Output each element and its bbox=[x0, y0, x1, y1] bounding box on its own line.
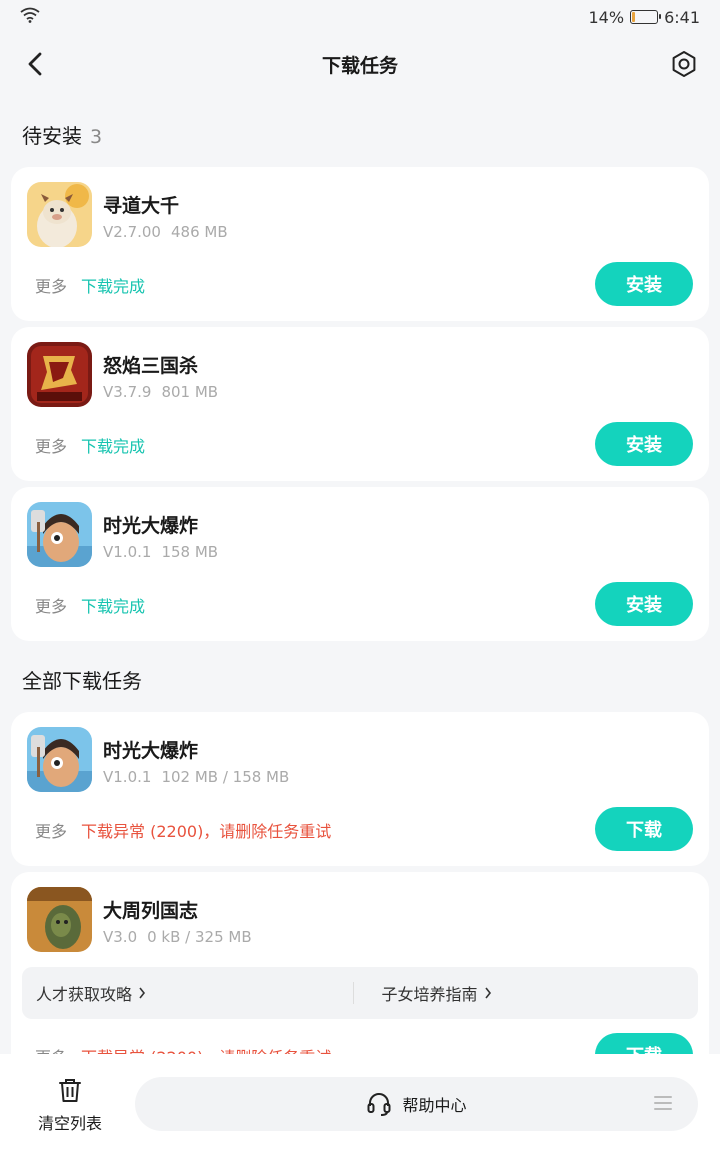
shiguang-icon[interactable] bbox=[27, 502, 92, 567]
page-title: 下载任务 bbox=[321, 54, 398, 77]
more-link[interactable]: 更多 bbox=[35, 273, 67, 297]
more-link[interactable]: 更多 bbox=[35, 593, 67, 617]
clear-list-button[interactable]: 清空列表 bbox=[30, 1076, 110, 1134]
app-name: 时光大爆炸 bbox=[103, 515, 199, 537]
download-error: 下载异常 (2200)，请删除任务重试 bbox=[81, 1044, 331, 1054]
header: 下载任务 bbox=[0, 34, 720, 94]
settings-button[interactable] bbox=[668, 48, 700, 80]
pending-section-title: 待安装 3 bbox=[0, 120, 124, 149]
xundao-icon[interactable] bbox=[27, 182, 92, 247]
app-version: V1.0.1 bbox=[103, 768, 152, 786]
app-meta: V1.0.1 158 MB bbox=[103, 543, 218, 561]
app-version: V1.0.1 bbox=[103, 543, 152, 561]
app-size: 801 MB bbox=[161, 383, 219, 401]
nuyan-icon[interactable] bbox=[27, 342, 92, 407]
wifi-icon bbox=[20, 7, 40, 27]
section-label: 待安装 bbox=[22, 124, 82, 148]
section-count: 3 bbox=[90, 126, 103, 148]
app-version: V3.0 bbox=[103, 928, 138, 946]
shiguang-icon[interactable] bbox=[27, 727, 92, 792]
app-meta: V3.7.9 801 MB bbox=[103, 383, 218, 401]
download-button[interactable]: 下载 bbox=[595, 1033, 693, 1054]
section-label: 全部下载任务 bbox=[22, 669, 142, 693]
download-card: 寻道大千 V2.7.00 486 MB 更多 下载完成 安装 bbox=[11, 167, 709, 321]
content[interactable]: 待安装 3 寻道大千 V2.7.00 486 MB 更多 下载完成 安装 怒焰三… bbox=[0, 94, 720, 1054]
chevron-right-icon bbox=[484, 987, 491, 999]
download-status: 下载完成 bbox=[81, 597, 146, 616]
gear-icon bbox=[672, 51, 696, 77]
dazhou-icon[interactable] bbox=[27, 887, 92, 952]
app-size: 102 MB / 158 MB bbox=[161, 768, 290, 786]
more-link[interactable]: 更多 bbox=[35, 433, 67, 457]
card-status-row: 更多 下载异常 (2200)，请删除任务重试 bbox=[35, 818, 331, 842]
all-section-title: 全部下载任务 bbox=[0, 665, 164, 694]
download-card: 怒焰三国杀 V3.7.9 801 MB 更多 下载完成 安装 bbox=[11, 327, 709, 481]
menu-icon[interactable] bbox=[654, 1095, 672, 1115]
guide-label: 人才获取攻略 bbox=[36, 985, 133, 1004]
app-name: 大周列国志 bbox=[103, 900, 199, 922]
download-status: 下载完成 bbox=[81, 277, 146, 296]
chevron-right-icon bbox=[139, 987, 146, 999]
app-name: 怒焰三国杀 bbox=[103, 355, 199, 377]
download-button[interactable]: 下载 bbox=[595, 807, 693, 851]
install-button[interactable]: 安装 bbox=[595, 582, 693, 626]
app-size: 158 MB bbox=[161, 543, 219, 561]
card-status-row: 更多 下载完成 bbox=[35, 433, 145, 457]
app-name: 寻道大千 bbox=[103, 195, 180, 217]
guide-links: 人才获取攻略 子女培养指南 bbox=[22, 967, 698, 1019]
card-status-row: 更多 下载异常 (2200)，请删除任务重试 bbox=[35, 1044, 331, 1054]
chevron-left-icon bbox=[28, 52, 42, 76]
download-status: 下载完成 bbox=[81, 437, 146, 456]
app-meta: V3.0 0 kB / 325 MB bbox=[103, 928, 252, 946]
download-card: 时光大爆炸 V1.0.1 102 MB / 158 MB 更多 下载异常 (22… bbox=[11, 712, 709, 866]
app-size: 486 MB bbox=[170, 223, 228, 241]
app-version: V3.7.9 bbox=[103, 383, 152, 401]
guide-link[interactable]: 子女培养指南 bbox=[354, 981, 699, 1005]
help-center-label: 帮助中心 bbox=[402, 1096, 467, 1115]
more-link[interactable]: 更多 bbox=[35, 1044, 67, 1054]
card-status-row: 更多 下载完成 bbox=[35, 273, 145, 297]
download-error: 下载异常 (2200)，请删除任务重试 bbox=[81, 822, 332, 841]
app-size: 0 kB / 325 MB bbox=[147, 928, 252, 946]
app-meta: V1.0.1 102 MB / 158 MB bbox=[103, 768, 289, 786]
app-name: 时光大爆炸 bbox=[103, 740, 199, 762]
app-meta: V2.7.00 486 MB bbox=[103, 223, 228, 241]
guide-label: 子女培养指南 bbox=[381, 985, 478, 1004]
help-center-button[interactable]: 帮助中心 bbox=[135, 1077, 698, 1131]
download-card: 时光大爆炸 V1.0.1 158 MB 更多 下载完成 安装 bbox=[11, 487, 709, 641]
battery-percent: 14% bbox=[588, 7, 625, 27]
headset-icon bbox=[367, 1093, 391, 1116]
app-version: V2.7.00 bbox=[103, 223, 161, 241]
install-button[interactable]: 安装 bbox=[595, 262, 693, 306]
trash-icon bbox=[59, 1079, 81, 1102]
status-bar: 14% 6:41 bbox=[0, 0, 720, 34]
bottom-bar: 清空列表 帮助中心 bbox=[0, 1054, 720, 1152]
install-button[interactable]: 安装 bbox=[595, 422, 693, 466]
card-status-row: 更多 下载完成 bbox=[35, 593, 145, 617]
back-button[interactable] bbox=[20, 48, 52, 80]
more-link[interactable]: 更多 bbox=[35, 818, 67, 842]
guide-link[interactable]: 人才获取攻略 bbox=[22, 981, 353, 1005]
download-card: 大周列国志 V3.0 0 kB / 325 MB 人才获取攻略 子女培养指南 更… bbox=[11, 872, 709, 1054]
clear-list-label: 清空列表 bbox=[37, 1114, 102, 1133]
battery-icon bbox=[630, 10, 662, 24]
clock: 6:41 bbox=[664, 7, 700, 27]
